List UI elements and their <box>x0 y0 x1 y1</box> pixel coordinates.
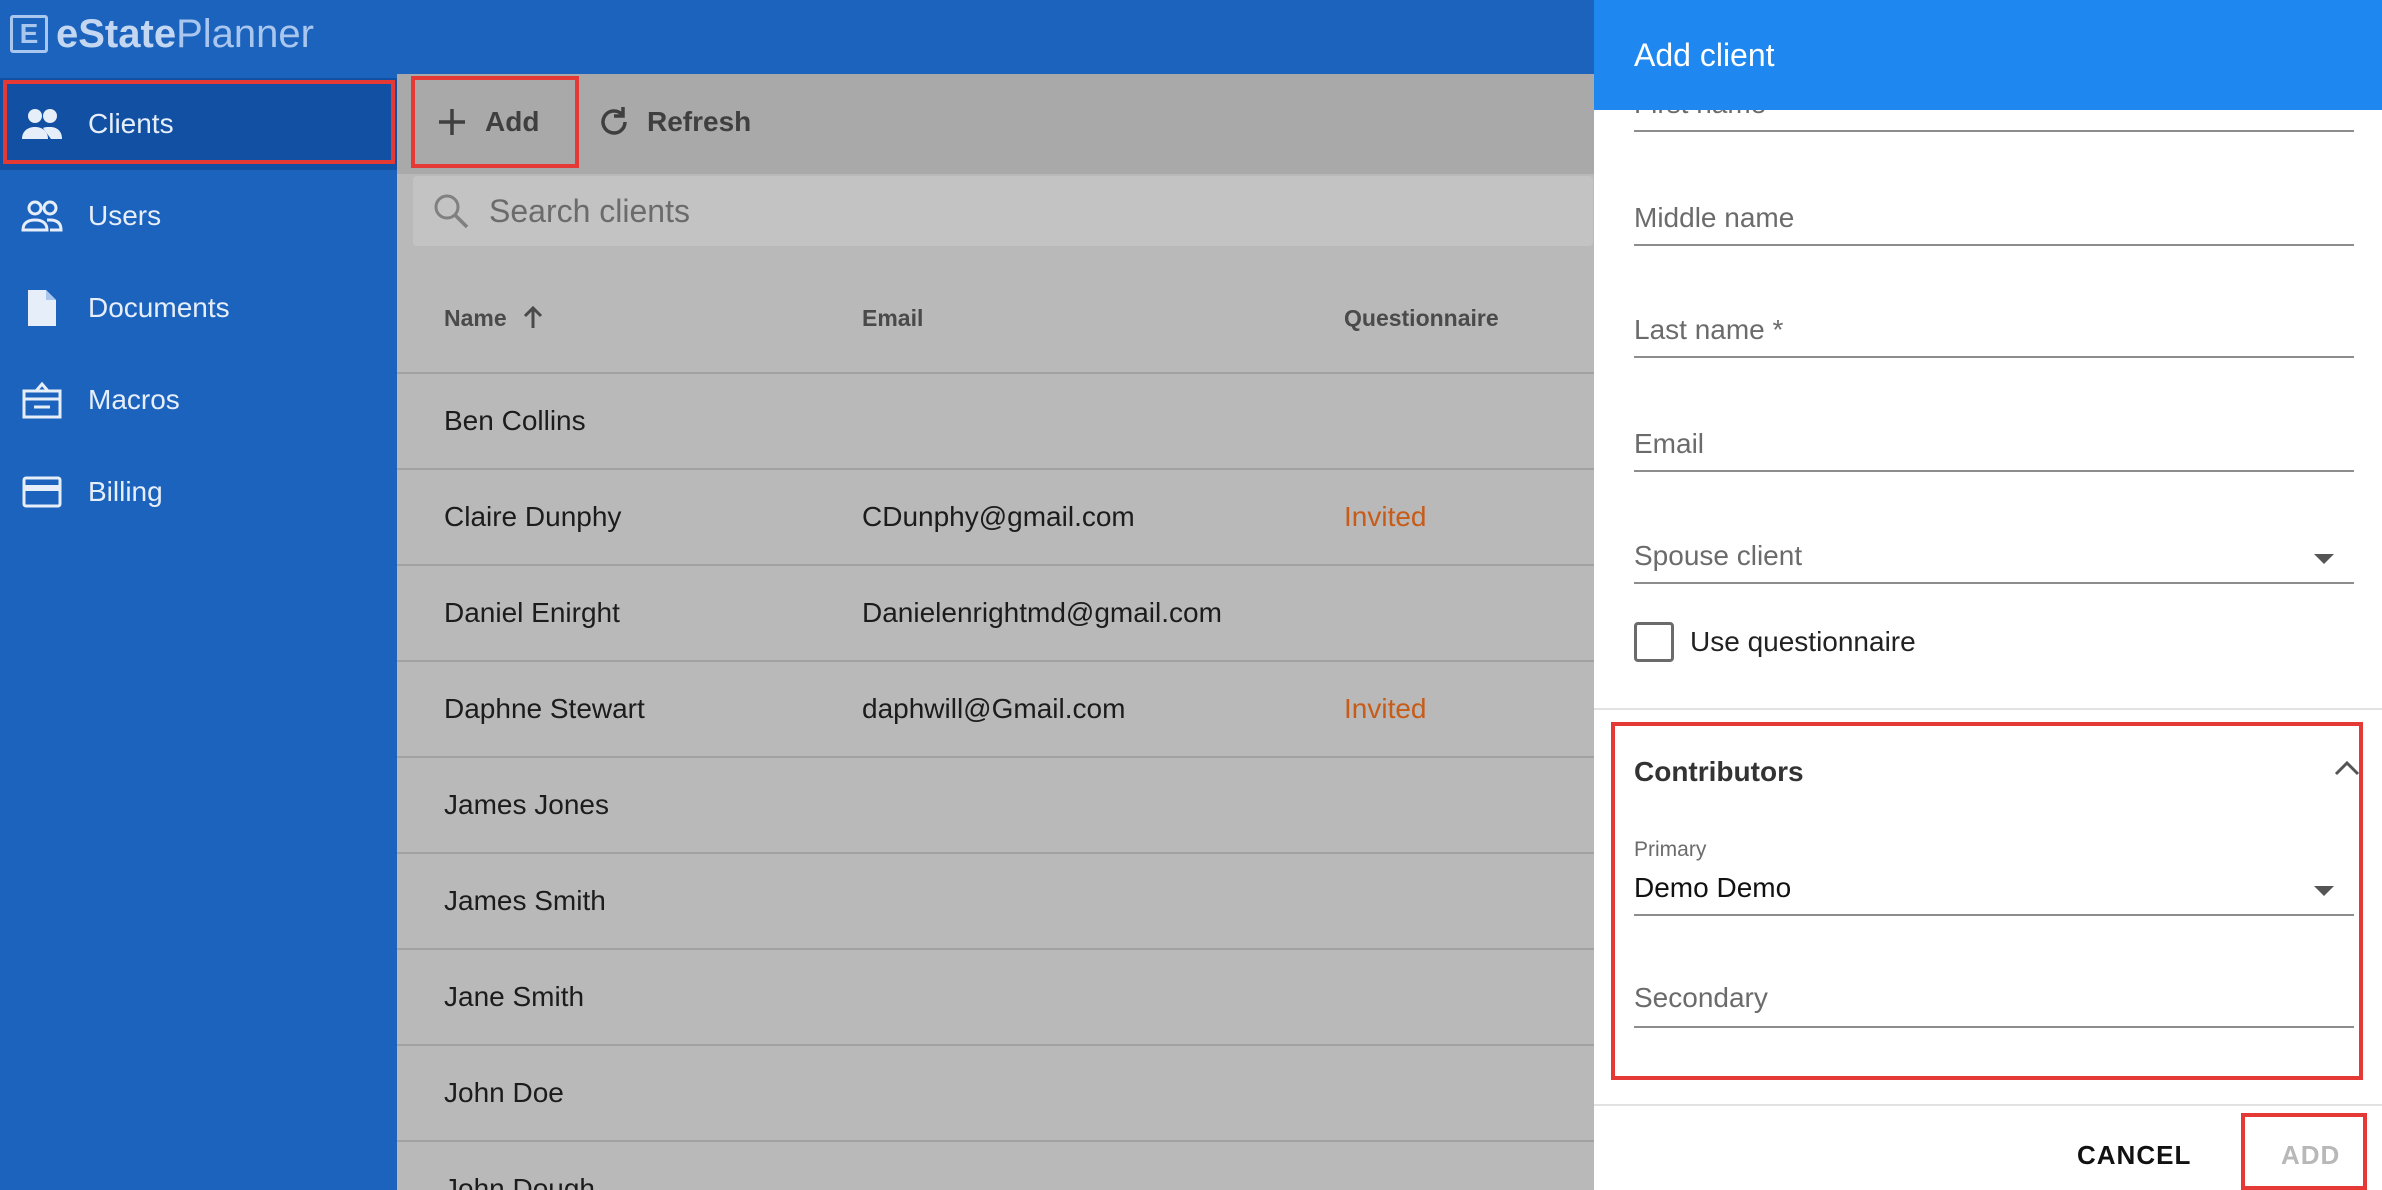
client-email: daphwill@Gmail.com <box>862 693 1126 724</box>
sidebar-item-label: Documents <box>88 292 230 323</box>
sidebar-item-billing[interactable]: Billing <box>0 446 397 538</box>
people-icon <box>20 102 64 146</box>
client-name: John Dough <box>444 1173 596 1190</box>
sidebar-item-label: Users <box>88 200 162 231</box>
use-questionnaire-label: Use questionnaire <box>1690 626 1916 657</box>
secondary-contributor-field[interactable]: Secondary <box>1634 974 2354 1028</box>
add-button-label: Add <box>485 106 540 137</box>
logo-suffix: Planner <box>176 11 314 56</box>
refresh-button[interactable]: Refresh <box>597 74 751 170</box>
top-bar <box>397 0 1594 74</box>
last-name-label: Last name * <box>1634 314 1784 345</box>
client-name: Daniel Enirght <box>444 597 620 628</box>
client-name: James Smith <box>444 885 606 916</box>
table-row[interactable]: Daniel Enirght Danielenrightmd@gmail.com <box>397 566 1594 662</box>
client-name: Daphne Stewart <box>444 693 645 724</box>
client-name: John Doe <box>444 1077 564 1108</box>
logo-prefix: eState <box>56 11 177 56</box>
use-questionnaire-checkbox[interactable] <box>1634 622 1674 662</box>
middle-name-label: Middle name <box>1634 202 1795 233</box>
primary-label: Primary <box>1634 838 1707 861</box>
drawer-title: Add client <box>1634 36 1775 73</box>
add-client-drawer: First name Add client Middle name Last n… <box>1594 0 2382 1190</box>
client-email: Danielenrightmd@gmail.com <box>862 597 1222 628</box>
clients-table: Name Email Questionnaire Ben Collins Cla… <box>397 264 1594 1190</box>
table-header: Name Email Questionnaire <box>397 264 1594 374</box>
spouse-client-label: Spouse client <box>1634 540 1803 571</box>
middle-name-field[interactable]: Middle name <box>1634 196 2354 246</box>
column-header-email[interactable]: Email <box>862 305 923 332</box>
add-client-button[interactable]: ADD <box>2281 1140 2340 1171</box>
refresh-button-label: Refresh <box>647 106 752 137</box>
search-bar[interactable]: Search clients <box>413 176 1593 246</box>
refresh-icon <box>601 107 627 135</box>
plus-icon <box>439 109 465 135</box>
sidebar-nav: Clients Users Documents Macros Billing <box>0 78 397 538</box>
document-icon <box>20 286 64 330</box>
client-name: Ben Collins <box>444 405 586 436</box>
email-label: Email <box>1634 428 1705 459</box>
primary-value: Demo Demo <box>1634 872 1792 903</box>
client-name: James Jones <box>444 789 609 820</box>
toolbar <box>397 74 1594 174</box>
sidebar-item-users[interactable]: Users <box>0 170 397 262</box>
sidebar-item-macros[interactable]: Macros <box>0 354 397 446</box>
sidebar-item-clients[interactable]: Clients <box>0 78 397 170</box>
table-row[interactable]: John Dough <box>397 1142 1594 1190</box>
sidebar-item-label: Billing <box>88 476 163 507</box>
divider <box>1594 1104 2382 1106</box>
client-name: Claire Dunphy <box>444 501 622 532</box>
table-row[interactable]: James Jones <box>397 758 1594 854</box>
drawer-header: Add client <box>1594 0 2382 110</box>
client-status: Invited <box>1344 693 1427 724</box>
primary-contributor-select[interactable]: Demo Demo <box>1634 864 2354 916</box>
email-field[interactable]: Email <box>1634 422 2354 472</box>
divider <box>1594 708 2382 710</box>
main-content: Add Refresh Search clients Name Email Qu… <box>397 0 1594 1190</box>
dropdown-arrow-icon <box>2314 886 2334 896</box>
sidebar-item-documents[interactable]: Documents <box>0 262 397 354</box>
people-outline-icon <box>20 194 64 238</box>
table-row[interactable]: Daphne Stewart daphwill@Gmail.com Invited <box>397 662 1594 758</box>
client-email: CDunphy@gmail.com <box>862 501 1135 532</box>
table-row[interactable]: John Doe <box>397 1046 1594 1142</box>
last-name-field[interactable]: Last name * <box>1634 308 2354 358</box>
add-button[interactable]: Add <box>437 74 539 170</box>
app-logo[interactable]: E eStatePlanner <box>10 6 314 62</box>
dropdown-arrow-icon <box>2314 554 2334 564</box>
sidebar: E eStatePlanner Clients Users Documents <box>0 0 397 1190</box>
table-row[interactable]: James Smith <box>397 854 1594 950</box>
column-header-questionnaire[interactable]: Questionnaire <box>1344 305 1499 332</box>
search-input[interactable]: Search clients <box>489 193 690 230</box>
sidebar-item-label: Clients <box>88 108 174 139</box>
secondary-label: Secondary <box>1634 982 1768 1013</box>
search-icon <box>434 194 469 229</box>
spouse-client-select[interactable]: Spouse client <box>1634 534 2354 584</box>
table-row[interactable]: Claire Dunphy CDunphy@gmail.com Invited <box>397 470 1594 566</box>
arrow-up-icon <box>523 305 543 328</box>
chevron-up-icon[interactable] <box>2334 760 2360 776</box>
table-row[interactable]: Jane Smith <box>397 950 1594 1046</box>
sidebar-item-label: Macros <box>88 384 180 415</box>
client-name: Jane Smith <box>444 981 585 1012</box>
contributors-title: Contributors <box>1634 756 1804 787</box>
table-row[interactable]: Ben Collins <box>397 374 1594 470</box>
credit-card-icon <box>20 470 64 514</box>
client-status: Invited <box>1344 501 1427 532</box>
macro-icon <box>20 378 64 422</box>
column-header-name[interactable]: Name <box>444 305 543 332</box>
cancel-button[interactable]: CANCEL <box>2077 1140 2191 1171</box>
logo-mark-icon: E <box>10 15 48 53</box>
